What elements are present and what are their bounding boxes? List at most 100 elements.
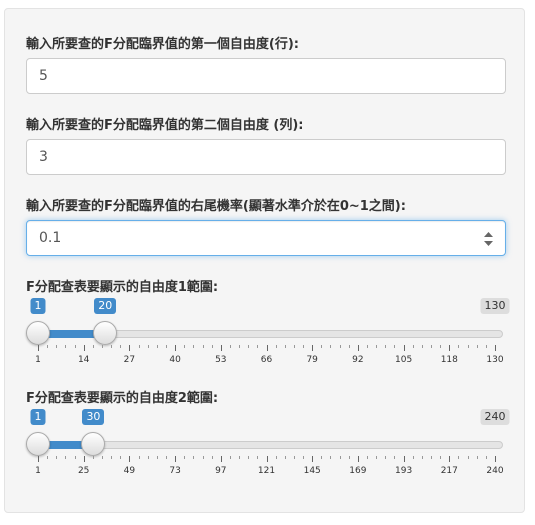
slider2-minor-tick	[211, 456, 213, 459]
slider1-major-tick	[266, 345, 268, 351]
slider1-minor-tick	[92, 345, 94, 348]
slider1-major-tick	[495, 345, 496, 351]
slider1-minor-tick	[74, 345, 76, 348]
slider2-minor-tick	[385, 456, 387, 459]
slider2-major-tick	[495, 456, 496, 462]
slider1-minor-tick	[229, 345, 231, 348]
slider2-major-tick	[357, 456, 359, 462]
slider2-minor-tick	[440, 456, 442, 459]
slider1-minor-tick	[458, 345, 460, 348]
slider1-minor-tick	[275, 345, 277, 348]
slider1-minor-tick	[193, 345, 195, 348]
slider2-minor-tick	[147, 456, 149, 459]
df2-range-slider[interactable]: 1 30 240 1 25 49 73 97 121 145 169 193 217 240	[26, 408, 510, 488]
slider1-minor-tick	[321, 345, 323, 348]
slider1-minor-tick	[65, 345, 67, 348]
slider1-minor-tick	[485, 345, 487, 348]
slider1-tick-label: 14	[77, 355, 90, 365]
slider1-minor-tick	[147, 345, 149, 348]
slider2-tick-label: 73	[169, 466, 181, 476]
slider1-minor-tick	[165, 345, 167, 348]
slider1-tick-label: 53	[215, 355, 227, 365]
slider1-minor-tick	[330, 345, 332, 348]
slider2-major-tick	[403, 456, 405, 462]
slider2-tick-label: 97	[215, 466, 227, 476]
tail-prob-input[interactable]: 0.1	[26, 220, 506, 256]
slider2-from-tooltip: 1	[30, 409, 46, 425]
slider1-to-handle[interactable]	[93, 321, 118, 345]
slider1-minor-tick	[376, 345, 378, 348]
slider2-tick-label: 25	[77, 466, 90, 476]
slider2-major-tick	[449, 456, 451, 462]
slider1-tick-label: 66	[260, 355, 273, 365]
slider1-max-label: 130	[480, 298, 510, 314]
slider1-major-tick	[357, 345, 359, 351]
slider2-minor-tick	[92, 456, 94, 459]
slider1-minor-tick	[367, 345, 369, 348]
slider1-minor-tick	[476, 345, 478, 348]
slider1-label: F分配查表要顯示的自由度1範圍:	[26, 280, 219, 295]
slider2-minor-tick	[394, 456, 396, 459]
slider1-tick-label: 79	[306, 355, 318, 365]
slider2-minor-tick	[111, 456, 113, 459]
slider2-minor-tick	[120, 456, 122, 459]
slider2-major-tick	[266, 456, 268, 462]
slider2-tick-label: 1	[35, 466, 41, 476]
slider1-major-tick	[403, 345, 405, 351]
slider1-minor-tick	[284, 345, 286, 348]
df1-label: 輸入所要查的F分配臨界值的第一個自由度(行):	[26, 37, 299, 52]
slider1-from-handle[interactable]	[26, 321, 50, 345]
slider2-to-handle[interactable]	[81, 432, 106, 456]
slider1-tick-label: 1	[35, 355, 41, 365]
slider1-minor-tick	[385, 345, 387, 348]
df1-range-slider[interactable]: 1 20 130 1 14 27 40 53 66 79 92 105 118 130	[26, 297, 510, 377]
slider2-minor-tick	[47, 456, 49, 459]
slider1-from-tooltip: 1	[30, 298, 46, 314]
slider2-minor-tick	[367, 456, 369, 459]
slider1-minor-tick	[303, 345, 305, 348]
slider2-max-label: 240	[480, 409, 510, 425]
slider1-minor-tick	[339, 345, 341, 348]
slider1-major-tick	[129, 345, 131, 351]
slider2-minor-tick	[412, 456, 414, 459]
slider2-major-tick	[83, 456, 85, 462]
slider1-minor-tick	[431, 345, 433, 348]
spinner-arrows-icon[interactable]	[484, 232, 493, 246]
tail-prob-value: 0.1	[39, 230, 62, 246]
slider1-minor-tick	[348, 345, 350, 348]
slider1-major-tick	[449, 345, 451, 351]
slider2-minor-tick	[476, 456, 478, 459]
slider2-tick-label: 121	[257, 466, 276, 476]
slider1-major-tick	[83, 345, 85, 351]
slider1-minor-tick	[248, 345, 250, 348]
slider1-minor-tick	[184, 345, 186, 348]
slider2-minor-tick	[321, 456, 323, 459]
slider2-from-handle[interactable]	[26, 432, 50, 456]
sidebar-panel: 輸入所要查的F分配臨界值的第一個自由度(行): 5 輸入所要查的F分配臨界值的第…	[4, 8, 525, 513]
slider2-minor-tick	[421, 456, 423, 459]
slider1-minor-tick	[467, 345, 469, 348]
slider2-tick-label: 193	[395, 466, 413, 476]
df2-label: 輸入所要查的F分配臨界值的第二個自由度 (列):	[26, 118, 304, 133]
slider2-minor-tick	[156, 456, 158, 459]
slider1-to-tooltip: 20	[94, 298, 117, 314]
slider1-minor-tick	[156, 345, 158, 348]
slider2-minor-tick	[138, 456, 140, 459]
slider1-minor-tick	[440, 345, 442, 348]
slider2-major-tick	[312, 456, 314, 462]
slider2-minor-tick	[431, 456, 433, 459]
slider2-minor-tick	[239, 456, 241, 459]
slider2-minor-tick	[193, 456, 195, 459]
slider1-major-tick	[312, 345, 314, 351]
slider2-track[interactable]	[38, 441, 503, 449]
slider2-minor-tick	[56, 456, 58, 459]
df1-input[interactable]: 5	[26, 58, 506, 94]
slider2-tick-label: 217	[440, 466, 458, 476]
slider2-minor-tick	[485, 456, 487, 459]
slider1-minor-tick	[101, 345, 103, 348]
slider1-minor-tick	[120, 345, 122, 348]
df2-input[interactable]: 3	[26, 139, 506, 175]
slider1-tick-label: 118	[440, 355, 458, 365]
slider2-minor-tick	[257, 456, 259, 459]
slider1-minor-tick	[293, 345, 295, 348]
